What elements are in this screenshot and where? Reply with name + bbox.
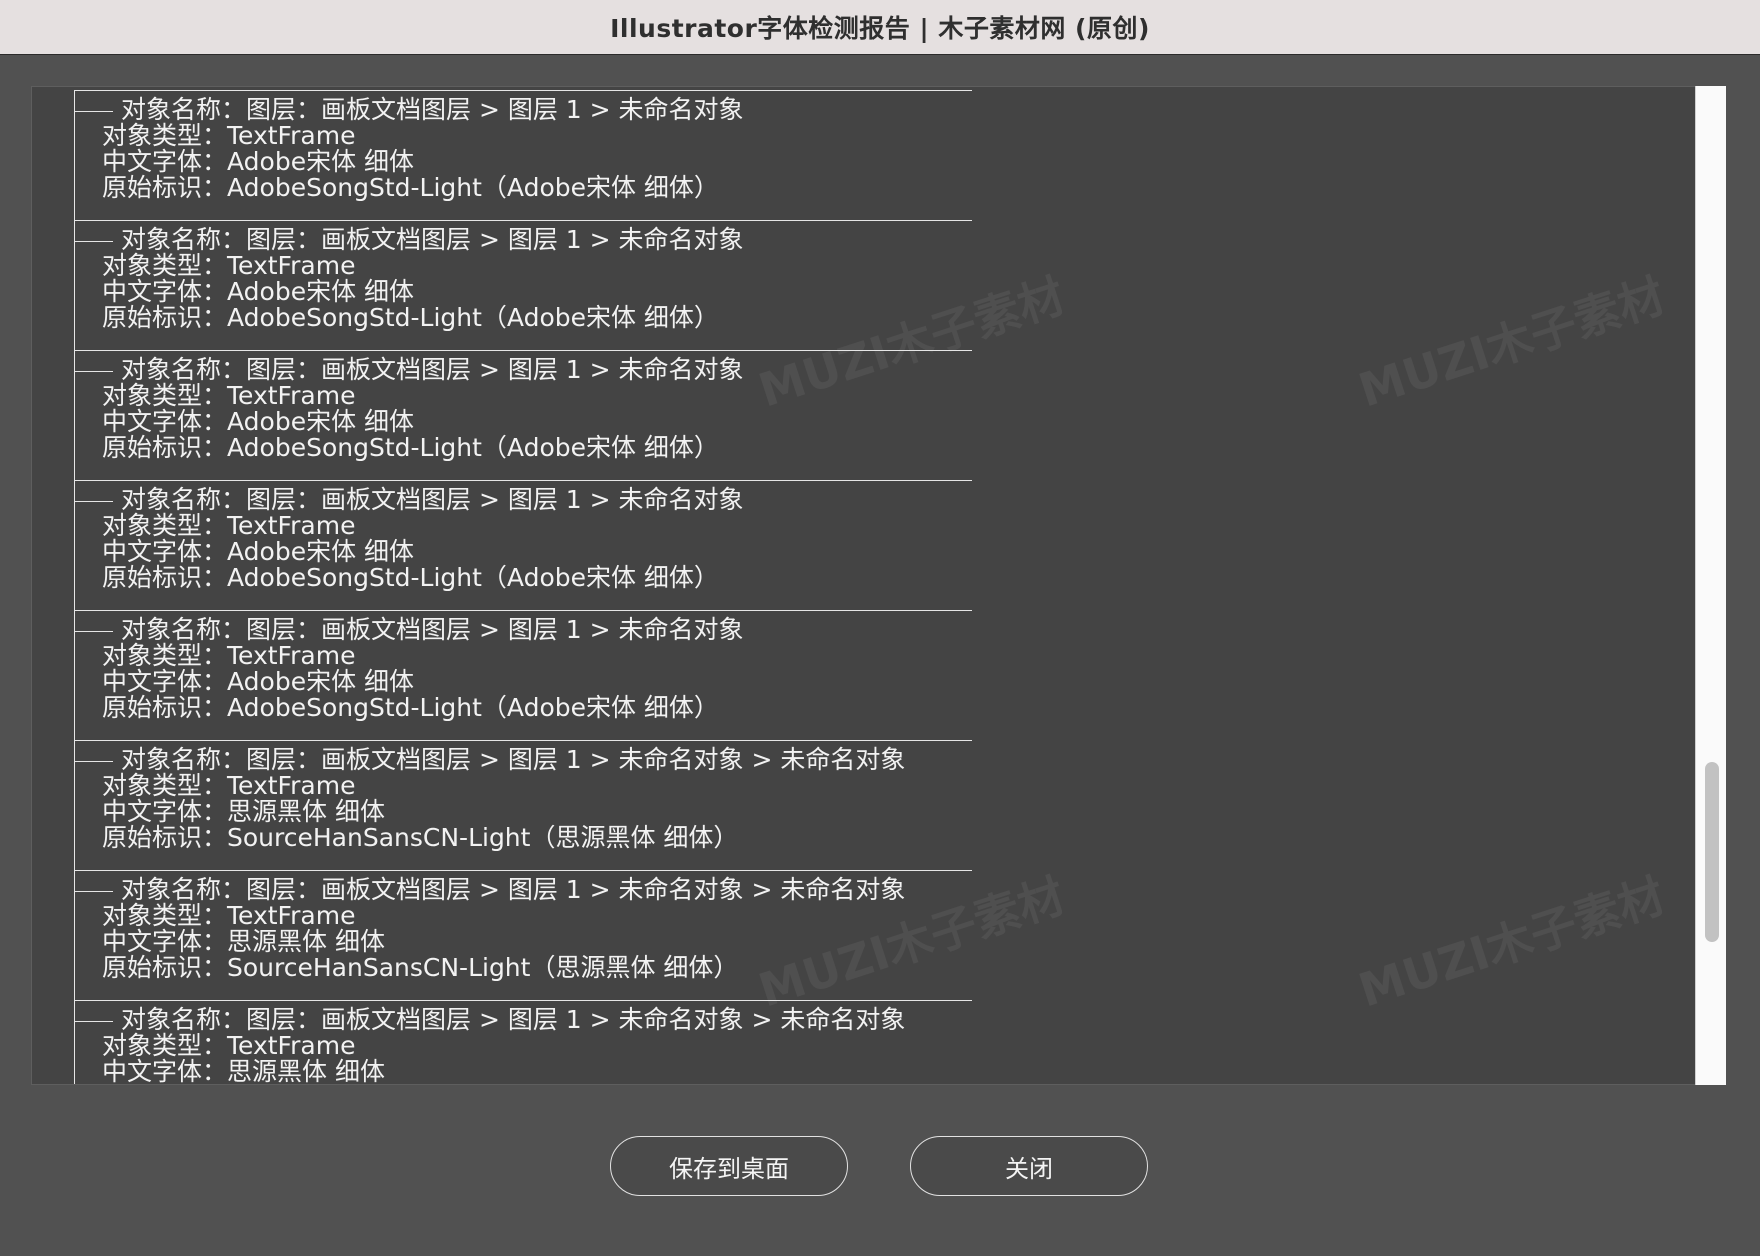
tree-branch (75, 371, 113, 372)
tree-branch (75, 891, 113, 892)
object-type: 对象类型：TextFrame (102, 901, 356, 930)
chinese-font: 中文字体：思源黑体 细体 (102, 1057, 385, 1085)
object-name: 对象名称：图层：画板文档图层 > 图层 1 > 未命名对象 (121, 615, 744, 644)
chinese-font: 中文字体：Adobe宋体 细体 (102, 537, 415, 566)
original-id: 原始标识：AdobeSongStd-Light（Adobe宋体 细体） (102, 563, 719, 592)
report-panel[interactable]: MUZI木子素材 MUZI木子素材 MUZI木子素材 MUZI木子素材 对象名称… (31, 86, 1726, 1085)
tree-branch (75, 111, 113, 112)
report-entry: 对象名称：图层：画板文档图层 > 图层 1 > 未命名对象 > 未命名对象 对象… (74, 741, 972, 871)
original-id: 原始标识：AdobeSongStd-Light（Adobe宋体 细体） (102, 693, 719, 722)
report-entry: 对象名称：图层：画板文档图层 > 图层 1 > 未命名对象 对象类型：TextF… (74, 481, 972, 611)
tree-branch (75, 631, 113, 632)
object-type: 对象类型：TextFrame (102, 771, 356, 800)
report-entry: 对象名称：图层：画板文档图层 > 图层 1 > 未命名对象 > 未命名对象 对象… (74, 1001, 972, 1085)
object-type: 对象类型：TextFrame (102, 381, 356, 410)
report-entry: 对象名称：图层：画板文档图层 > 图层 1 > 未命名对象 对象类型：TextF… (74, 351, 972, 481)
object-type: 对象类型：TextFrame (102, 121, 356, 150)
object-type: 对象类型：TextFrame (102, 1031, 356, 1060)
original-id: 原始标识：AdobeSongStd-Light（Adobe宋体 细体） (102, 303, 719, 332)
chinese-font: 中文字体：Adobe宋体 细体 (102, 147, 415, 176)
save-to-desktop-button[interactable]: 保存到桌面 (610, 1136, 848, 1196)
close-button[interactable]: 关闭 (910, 1136, 1148, 1196)
chinese-font: 中文字体：Adobe宋体 细体 (102, 667, 415, 696)
scrollbar-thumb[interactable] (1705, 762, 1719, 942)
font-report-window: Illustrator字体检测报告 | 木子素材网 (原创) MUZI木子素材 … (0, 0, 1760, 1256)
original-id: 原始标识：SourceHanSansCN-Light（思源黑体 细体） (102, 823, 739, 852)
object-name: 对象名称：图层：画板文档图层 > 图层 1 > 未命名对象 (121, 95, 744, 124)
object-name: 对象名称：图层：画板文档图层 > 图层 1 > 未命名对象 (121, 225, 744, 254)
vertical-scrollbar[interactable] (1695, 86, 1726, 1085)
tree-branch (75, 501, 113, 502)
tree-branch (75, 761, 113, 762)
chinese-font: 中文字体：思源黑体 细体 (102, 797, 385, 826)
object-name: 对象名称：图层：画板文档图层 > 图层 1 > 未命名对象 (121, 485, 744, 514)
report-entry: 对象名称：图层：画板文档图层 > 图层 1 > 未命名对象 对象类型：TextF… (74, 611, 972, 741)
object-type: 对象类型：TextFrame (102, 511, 356, 540)
original-id: 原始标识：AdobeSongStd-Light（Adobe宋体 细体） (102, 433, 719, 462)
object-type: 对象类型：TextFrame (102, 251, 356, 280)
chinese-font: 中文字体：思源黑体 细体 (102, 927, 385, 956)
report-entry: 对象名称：图层：画板文档图层 > 图层 1 > 未命名对象 对象类型：TextF… (74, 221, 972, 351)
tree-branch (75, 241, 113, 242)
chinese-font: 中文字体：Adobe宋体 细体 (102, 407, 415, 436)
object-name: 对象名称：图层：画板文档图层 > 图层 1 > 未命名对象 > 未命名对象 (121, 1005, 906, 1034)
object-name: 对象名称：图层：画板文档图层 > 图层 1 > 未命名对象 (121, 355, 744, 384)
object-name: 对象名称：图层：画板文档图层 > 图层 1 > 未命名对象 > 未命名对象 (121, 745, 906, 774)
original-id: 原始标识：AdobeSongStd-Light（Adobe宋体 细体） (102, 173, 719, 202)
report-entry: 对象名称：图层：画板文档图层 > 图层 1 > 未命名对象 对象类型：TextF… (74, 91, 972, 221)
original-id: 原始标识：SourceHanSansCN-Light（思源黑体 细体） (102, 953, 739, 982)
object-name: 对象名称：图层：画板文档图层 > 图层 1 > 未命名对象 > 未命名对象 (121, 875, 906, 904)
tree-branch (75, 1021, 113, 1022)
object-type: 对象类型：TextFrame (102, 641, 356, 670)
report-entry: 对象名称：图层：画板文档图层 > 图层 1 > 未命名对象 > 未命名对象 对象… (74, 871, 972, 1001)
title-bar: Illustrator字体检测报告 | 木子素材网 (原创) (0, 0, 1760, 55)
chinese-font: 中文字体：Adobe宋体 细体 (102, 277, 415, 306)
report-content: 对象名称：图层：画板文档图层 > 图层 1 > 未命名对象 对象类型：TextF… (32, 87, 1697, 1085)
window-title: Illustrator字体检测报告 | 木子素材网 (原创) (610, 14, 1150, 43)
